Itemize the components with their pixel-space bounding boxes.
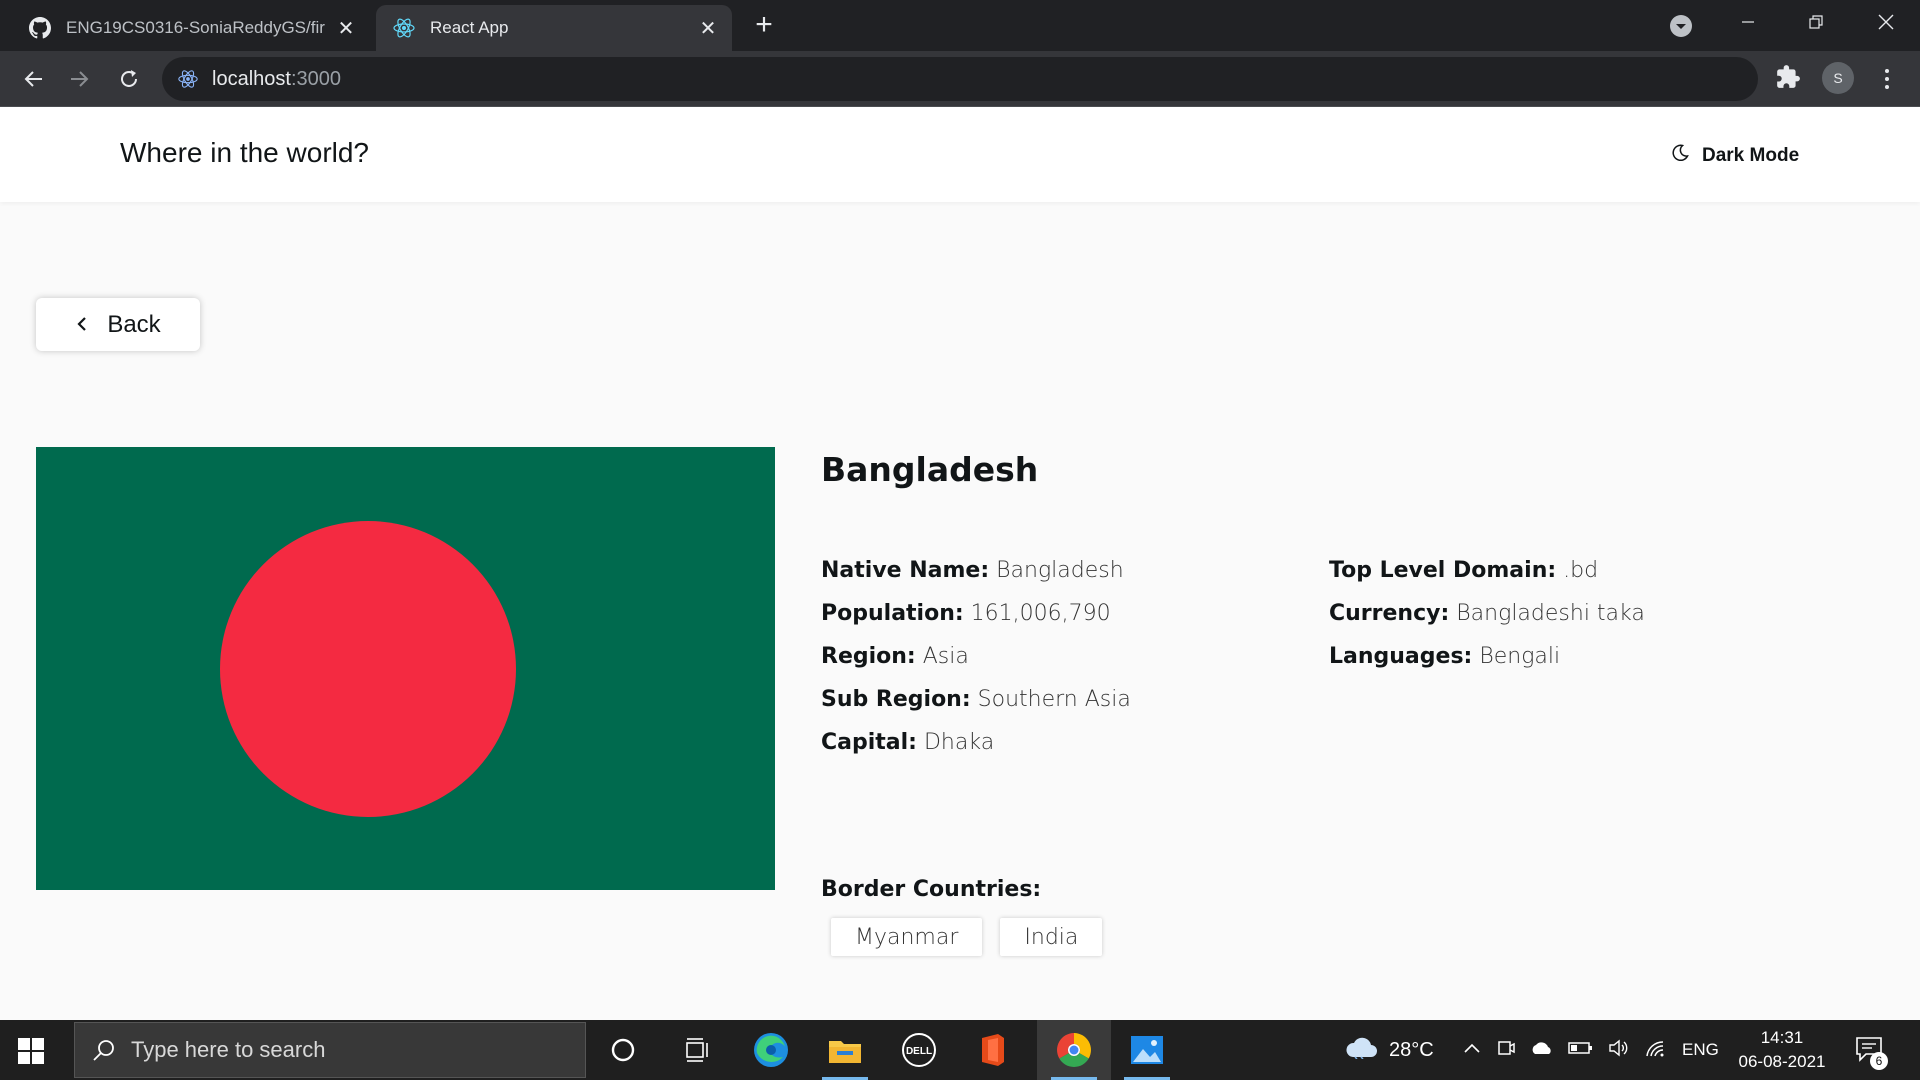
detail-label: Languages: [1329, 644, 1473, 669]
close-tab-icon[interactable]: ✕ [694, 14, 722, 42]
detail-currency: Currency: Bangladeshi taka [1329, 592, 1645, 635]
battery-icon[interactable] [1568, 1040, 1594, 1061]
country-name: Bangladesh [821, 450, 1039, 489]
reload-icon[interactable] [113, 63, 145, 95]
border-country-chip[interactable]: India [1000, 918, 1103, 956]
back-arrow-icon[interactable] [17, 63, 49, 95]
tab-github[interactable]: ENG19CS0316-SoniaReddyGS/fir ✕ [12, 5, 370, 51]
notification-count-badge: 6 [1870, 1052, 1888, 1070]
react-icon [176, 67, 200, 91]
profile-avatar[interactable]: S [1822, 62, 1854, 94]
chevron-left-icon [75, 311, 89, 339]
detail-value: Bangladesh [996, 558, 1124, 583]
office-icon[interactable] [956, 1020, 1030, 1080]
moon-icon [1670, 143, 1690, 169]
country-flag [36, 447, 775, 890]
chrome-icon[interactable] [1037, 1020, 1111, 1080]
chevron-up-icon[interactable] [1462, 1041, 1482, 1060]
system-tray [1462, 1020, 1666, 1080]
detail-label: Currency: [1329, 601, 1450, 626]
clock[interactable]: 14:31 06-08-2021 [1730, 1026, 1834, 1074]
detail-region: Region: Asia [821, 635, 1131, 678]
windows-start-icon[interactable] [18, 1038, 44, 1064]
cortana-icon[interactable] [586, 1020, 660, 1080]
browser-tab-strip: ENG19CS0316-SoniaReddyGS/fir ✕ React App… [0, 0, 1920, 51]
clock-time: 14:31 [1760, 1028, 1804, 1047]
svg-text:DELL: DELL [906, 1046, 932, 1057]
dell-icon[interactable]: DELL [882, 1020, 956, 1080]
detail-population: Population: 161,006,790 [821, 592, 1131, 635]
taskbar-search-box[interactable]: Type here to search [74, 1022, 586, 1078]
temperature: 28°C [1389, 1038, 1434, 1061]
detail-value: Dhaka [923, 730, 995, 755]
cloud-icon [1345, 1035, 1379, 1065]
tab-search-icon[interactable] [1668, 13, 1694, 39]
weather-widget[interactable]: 28°C [1345, 1020, 1434, 1080]
detail-value: Southern Asia [977, 687, 1131, 712]
volume-icon[interactable] [1608, 1038, 1630, 1063]
details-right: Top Level Domain: .bd Currency: Banglade… [1329, 549, 1645, 678]
dark-mode-label: Dark Mode [1702, 145, 1800, 166]
detail-value: Bengali [1479, 644, 1561, 669]
minimize-icon[interactable] [1714, 0, 1782, 44]
react-icon [392, 16, 416, 40]
border-country-chip[interactable]: Myanmar [831, 918, 983, 956]
details-left: Native Name: Bangladesh Population: 161,… [821, 549, 1131, 764]
github-icon [28, 16, 52, 40]
page-content: Where in the world? Dark Mode Back Bangl… [0, 107, 1920, 1020]
address-bar[interactable]: localhost :3000 [162, 57, 1758, 101]
detail-sub-region: Sub Region: Southern Asia [821, 678, 1131, 721]
app-title: Where in the world? [120, 137, 370, 168]
detail-label: Region: [821, 644, 916, 669]
detail-label: Population: [821, 601, 964, 626]
border-countries-label: Border Countries: [821, 877, 1042, 902]
close-tab-icon[interactable]: ✕ [332, 14, 360, 42]
app-header: Where in the world? Dark Mode [0, 107, 1920, 202]
detail-value: .bd [1563, 558, 1599, 583]
search-icon [91, 1037, 117, 1063]
flag-disc [220, 521, 516, 817]
detail-label: Sub Region: [821, 687, 971, 712]
task-view-icon[interactable] [660, 1020, 734, 1080]
file-explorer-icon[interactable] [808, 1020, 882, 1080]
browser-toolbar: localhost :3000 S [0, 51, 1920, 107]
search-placeholder: Type here to search [131, 1037, 326, 1062]
detail-languages: Languages: Bengali [1329, 635, 1645, 678]
dark-mode-toggle[interactable]: Dark Mode [1670, 143, 1799, 169]
back-label: Back [107, 310, 161, 338]
tab-title: React App [430, 18, 509, 37]
url-host: localhost [212, 67, 291, 90]
back-button[interactable]: Back [36, 298, 200, 351]
detail-label: Native Name: [821, 558, 990, 583]
tab-react-app[interactable]: React App ✕ [376, 5, 732, 51]
photos-icon[interactable] [1110, 1020, 1184, 1080]
restore-icon[interactable] [1782, 0, 1850, 44]
detail-value: Bangladeshi taka [1456, 601, 1645, 626]
language-indicator[interactable]: ENG [1682, 1020, 1719, 1080]
forward-arrow-icon[interactable] [64, 63, 96, 95]
wifi-icon[interactable] [1644, 1038, 1666, 1063]
detail-value: Asia [922, 644, 969, 669]
detail-value: 161,006,790 [970, 601, 1111, 626]
url-port: :3000 [290, 67, 341, 90]
detail-label: Top Level Domain: [1329, 558, 1557, 583]
onedrive-icon[interactable] [1530, 1040, 1554, 1061]
clock-date: 06-08-2021 [1738, 1052, 1826, 1071]
extensions-puzzle-icon[interactable] [1775, 64, 1805, 94]
new-tab-button[interactable]: + [748, 10, 780, 42]
detail-label: Capital: [821, 730, 917, 755]
detail-capital: Capital: Dhaka [821, 721, 1131, 764]
border-countries-list: Myanmar India [831, 918, 1103, 956]
windows-taskbar: Type here to search DELL 28°C ENG 14:31 … [0, 1020, 1920, 1080]
tab-title: ENG19CS0316-SoniaReddyGS/fir [66, 18, 325, 37]
browser-menu-icon[interactable] [1872, 63, 1902, 95]
edge-icon[interactable] [734, 1020, 808, 1080]
meet-now-icon[interactable] [1496, 1038, 1516, 1063]
close-window-icon[interactable] [1852, 0, 1920, 44]
detail-top-level-domain: Top Level Domain: .bd [1329, 549, 1645, 592]
detail-native-name: Native Name: Bangladesh [821, 549, 1131, 592]
